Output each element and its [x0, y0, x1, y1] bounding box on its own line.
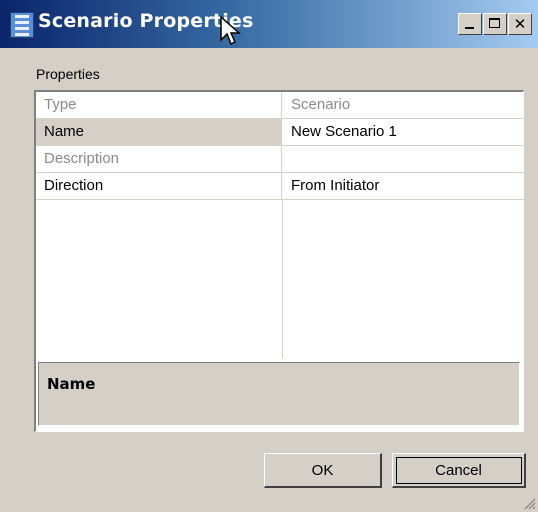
- property-name: Description: [36, 146, 282, 172]
- property-row-description[interactable]: Description: [36, 146, 524, 173]
- mouse-cursor-icon: [220, 16, 241, 46]
- property-row-type[interactable]: Type Scenario: [36, 92, 524, 119]
- property-grid[interactable]: Type Scenario Name New Scenario 1 Descri…: [34, 90, 524, 432]
- title-bar[interactable]: Scenario Properties ✕: [0, 0, 538, 48]
- maximize-icon: [489, 18, 500, 28]
- property-name: Name: [36, 119, 282, 145]
- description-title: Name: [47, 375, 96, 393]
- minimize-icon: [465, 27, 474, 29]
- column-divider: [282, 200, 283, 358]
- property-value[interactable]: From Initiator: [283, 173, 524, 199]
- property-name: Type: [36, 92, 282, 118]
- grid-empty-area: [36, 200, 524, 358]
- property-value[interactable]: [283, 146, 524, 172]
- maximize-button[interactable]: [483, 13, 507, 35]
- close-icon: ✕: [513, 15, 527, 33]
- property-row-name[interactable]: Name New Scenario 1: [36, 119, 524, 146]
- description-panel: Name: [38, 362, 520, 426]
- resize-grip-icon[interactable]: [522, 496, 536, 510]
- cancel-button[interactable]: Cancel: [392, 453, 526, 488]
- property-value[interactable]: New Scenario 1: [283, 119, 524, 145]
- app-grid-icon: [10, 12, 34, 38]
- ok-button[interactable]: OK: [264, 453, 382, 488]
- minimize-button[interactable]: [458, 13, 482, 35]
- properties-group-label: Properties: [36, 66, 100, 82]
- property-value: Scenario: [291, 96, 351, 113]
- property-row-direction[interactable]: Direction From Initiator: [36, 173, 524, 200]
- property-name: Direction: [36, 173, 282, 199]
- close-button[interactable]: ✕: [508, 13, 532, 35]
